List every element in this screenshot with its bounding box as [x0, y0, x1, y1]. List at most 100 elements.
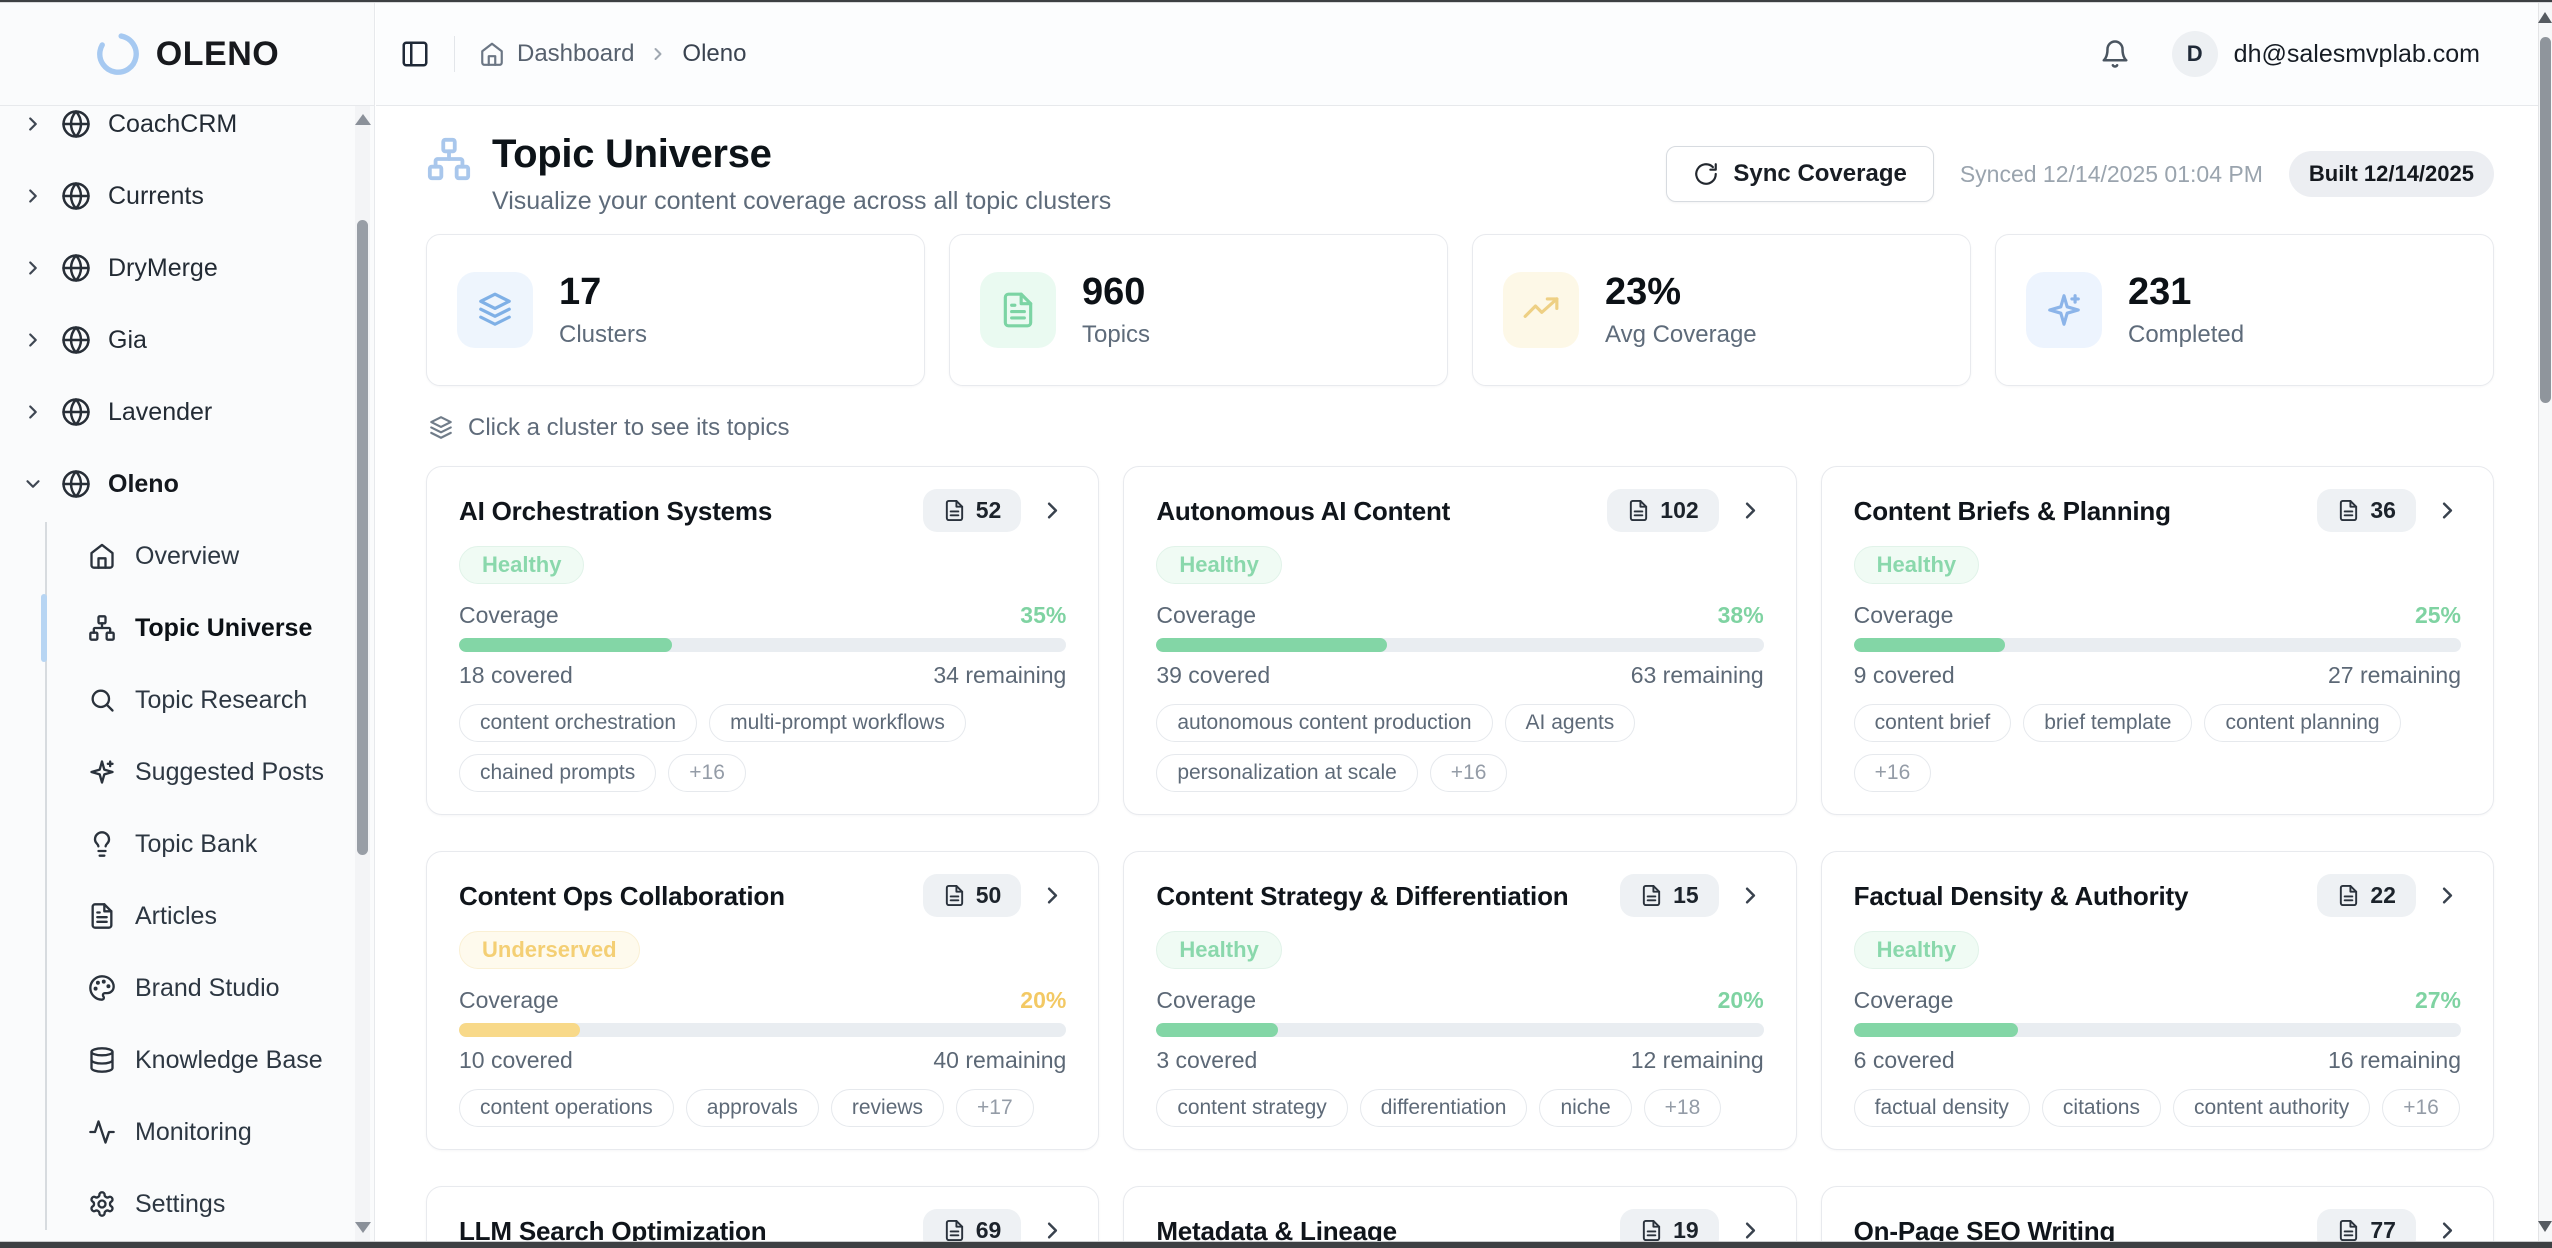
tag-pill: differentiation — [1360, 1089, 1528, 1127]
coverage-percent: 38% — [1718, 602, 1764, 628]
cluster-grid: AI Orchestration Systems 52 — [426, 466, 2494, 1241]
sidebar-item-overview[interactable]: Overview — [0, 520, 354, 592]
page-scrollbar[interactable] — [2538, 3, 2552, 1241]
cluster-card[interactable]: Content Strategy & Differentiation 15 — [1123, 851, 1796, 1150]
globe-icon — [61, 181, 91, 211]
globe-icon — [61, 109, 91, 139]
chevron-right-icon[interactable] — [1039, 497, 1066, 524]
tag-more-pill: +16 — [1854, 754, 1932, 792]
cluster-card[interactable]: Factual Density & Authority 22 — [1821, 851, 2494, 1150]
coverage-percent: 20% — [1020, 987, 1066, 1013]
sidebar-item-topic-bank[interactable]: Topic Bank — [0, 808, 354, 880]
breadcrumb-dashboard[interactable]: Dashboard — [517, 40, 634, 68]
sidebar-item-brand-studio[interactable]: Brand Studio — [0, 952, 354, 1024]
home-icon[interactable] — [479, 41, 505, 67]
status-badge: Healthy — [1156, 546, 1281, 584]
doc-count: 52 — [976, 497, 1002, 524]
chevron-right-icon[interactable] — [1039, 1217, 1066, 1241]
sidebar-project-item[interactable]: Currents — [0, 160, 354, 232]
sidebar-project-label: Oleno — [108, 470, 179, 499]
sidebar-scrollbar[interactable] — [355, 106, 370, 1241]
logo-text: OLENO — [156, 35, 279, 74]
divider — [454, 36, 455, 72]
page-scrollbar-thumb[interactable] — [2540, 37, 2551, 403]
sidebar-project-item[interactable]: Lavender — [0, 376, 354, 448]
sparkles-icon — [2026, 272, 2102, 348]
coverage-percent: 25% — [2415, 602, 2461, 628]
sidebar-scrollbar-thumb[interactable] — [357, 220, 368, 855]
trending-up-icon — [1503, 272, 1579, 348]
sidebar-project-list: CoachCRM Currents — [0, 106, 354, 448]
user-menu[interactable]: D dh@salesmvplab.com — [2172, 31, 2480, 77]
sidebar-item-label: Monitoring — [135, 1118, 252, 1147]
sidebar-project-oleno[interactable]: Oleno — [0, 448, 354, 520]
palette-icon — [88, 974, 116, 1002]
chevron-right-icon[interactable] — [1039, 882, 1066, 909]
chevron-right-icon[interactable] — [1737, 882, 1764, 909]
tag-pill: content orchestration — [459, 704, 697, 742]
sidebar-item-topic-research[interactable]: Topic Research — [0, 664, 354, 736]
sidebar-item-label: Topic Universe — [135, 614, 312, 643]
sidebar-project-item[interactable]: CoachCRM — [0, 106, 354, 160]
tag-list: factual density citations content author… — [1854, 1089, 2461, 1127]
tag-pill: citations — [2042, 1089, 2161, 1127]
covered-count: 9 covered — [1854, 662, 1955, 688]
sidebar-project-item[interactable]: Gia — [0, 304, 354, 376]
globe-icon — [61, 325, 91, 355]
tag-more-pill: +18 — [1644, 1089, 1722, 1127]
doc-count-badge: 50 — [923, 874, 1022, 917]
avatar: D — [2172, 31, 2218, 77]
coverage-percent: 20% — [1718, 987, 1764, 1013]
file-text-icon — [2337, 499, 2360, 522]
scroll-up-arrow[interactable] — [2538, 12, 2552, 23]
sync-coverage-button[interactable]: Sync Coverage — [1666, 146, 1933, 202]
chevron-right-icon[interactable] — [1737, 497, 1764, 524]
sidebar-project-item[interactable]: DryMerge — [0, 232, 354, 304]
cluster-card[interactable]: Content Briefs & Planning 36 — [1821, 466, 2494, 815]
sidebar-toggle-icon[interactable] — [400, 39, 430, 69]
cluster-card[interactable]: Autonomous AI Content 102 — [1123, 466, 1796, 815]
tag-pill: content planning — [2204, 704, 2400, 742]
covered-count: 10 covered — [459, 1047, 573, 1073]
sidebar-project-label: CoachCRM — [108, 110, 237, 139]
sidebar-item-label: Knowledge Base — [135, 1046, 323, 1075]
sidebar-item-settings[interactable]: Settings — [0, 1168, 354, 1240]
cluster-card[interactable]: AI Orchestration Systems 52 — [426, 466, 1099, 815]
cluster-card[interactable]: Metadata & Lineage 19 — [1123, 1186, 1796, 1241]
cluster-title: Metadata & Lineage — [1156, 1216, 1397, 1242]
sidebar-oleno-children: Overview Topic Universe Topic Researc — [0, 520, 354, 1240]
lightbulb-icon — [88, 830, 116, 858]
sidebar-item-topic-universe[interactable]: Topic Universe — [0, 592, 354, 664]
sidebar-item-label: Topic Bank — [135, 830, 257, 859]
cluster-card[interactable]: LLM Search Optimization 69 — [426, 1186, 1099, 1241]
scroll-down-arrow[interactable] — [355, 1222, 371, 1233]
coverage-progress-fill — [459, 638, 672, 652]
coverage-progress-track — [1156, 1023, 1763, 1037]
chevron-right-icon[interactable] — [2434, 497, 2461, 524]
stat-card-topics: 960 Topics — [949, 234, 1448, 386]
tag-pill: multi-prompt workflows — [709, 704, 966, 742]
tag-pill: reviews — [831, 1089, 944, 1127]
tag-pill: personalization at scale — [1156, 754, 1417, 792]
scroll-up-arrow[interactable] — [355, 114, 371, 125]
bell-icon[interactable] — [2100, 39, 2130, 69]
cluster-title: Autonomous AI Content — [1156, 496, 1450, 526]
tag-more-pill: +16 — [668, 754, 746, 792]
breadcrumb-current: Oleno — [682, 40, 746, 68]
chevron-right-icon[interactable] — [2434, 1217, 2461, 1241]
sidebar-item-suggested-posts[interactable]: Suggested Posts — [0, 736, 354, 808]
cluster-card[interactable]: On-Page SEO Writing 77 — [1821, 1186, 2494, 1241]
stat-card-clusters: 17 Clusters — [426, 234, 925, 386]
user-email: dh@salesmvplab.com — [2234, 40, 2480, 69]
chevron-right-icon[interactable] — [2434, 882, 2461, 909]
sidebar-item-articles[interactable]: Articles — [0, 880, 354, 952]
doc-count: 102 — [1660, 497, 1698, 524]
cluster-card[interactable]: Content Ops Collaboration 50 — [426, 851, 1099, 1150]
sidebar-item-knowledge-base[interactable]: Knowledge Base — [0, 1024, 354, 1096]
tag-list: content strategy differentiation niche +… — [1156, 1089, 1763, 1127]
sidebar-project-label: Lavender — [108, 398, 212, 427]
chevron-right-icon — [22, 113, 44, 135]
chevron-right-icon[interactable] — [1737, 1217, 1764, 1241]
scroll-down-arrow[interactable] — [2538, 1221, 2552, 1232]
sidebar-item-monitoring[interactable]: Monitoring — [0, 1096, 354, 1168]
